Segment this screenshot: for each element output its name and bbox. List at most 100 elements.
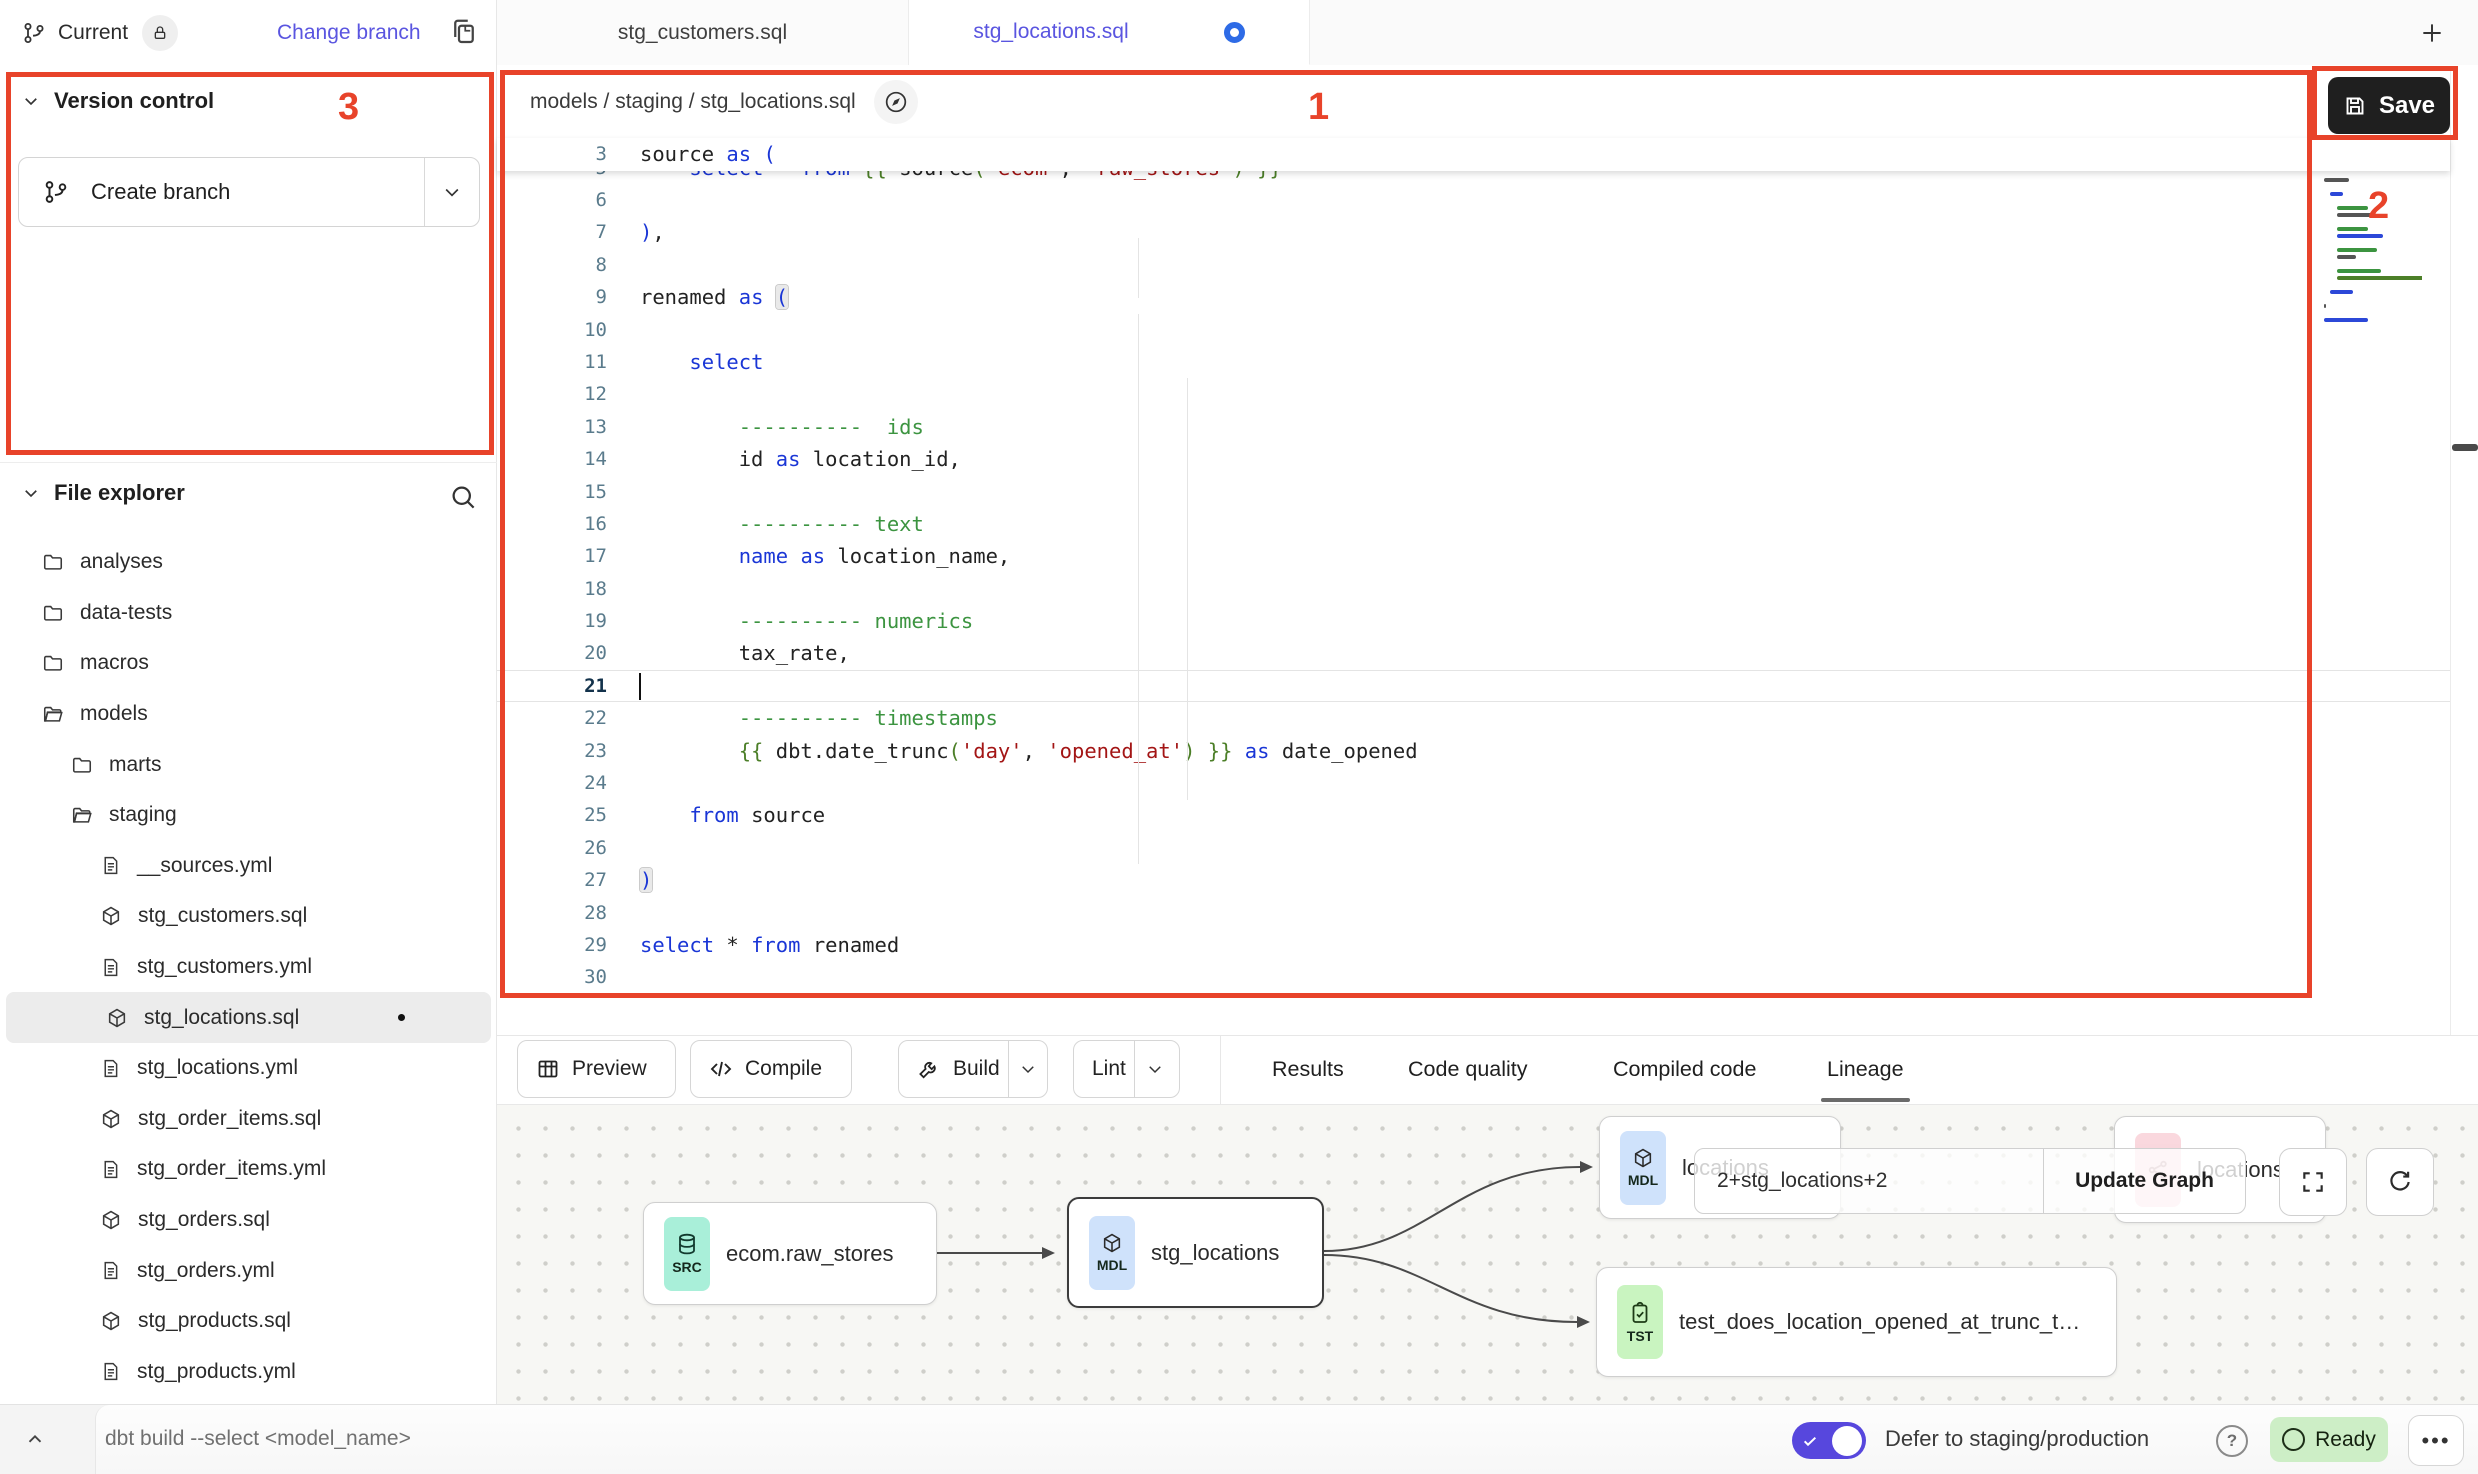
badge-label: TST bbox=[1627, 1328, 1653, 1344]
code-line-28[interactable]: 28 bbox=[497, 897, 2450, 929]
cube-icon bbox=[100, 1209, 122, 1231]
code-line-19[interactable]: 19---------- numerics bbox=[497, 605, 2450, 637]
file-row-analyses[interactable]: analyses bbox=[0, 537, 497, 588]
line-number: 15 bbox=[497, 476, 607, 508]
code-line-24[interactable]: 24 bbox=[497, 767, 2450, 799]
file-row-data-tests[interactable]: data-tests bbox=[0, 588, 497, 639]
code-line-26[interactable]: 26 bbox=[497, 832, 2450, 864]
create-branch-menu-button[interactable] bbox=[425, 182, 479, 202]
preview-button[interactable]: Preview bbox=[517, 1040, 676, 1098]
git-branch-icon bbox=[22, 21, 46, 45]
cube-icon bbox=[100, 1108, 122, 1130]
code-line-29[interactable]: 29select * from renamed bbox=[497, 929, 2450, 961]
code-line-12[interactable]: 12 bbox=[497, 378, 2450, 410]
tab-stg-customers[interactable]: stg_customers.sql bbox=[497, 0, 909, 65]
code-line-6[interactable]: 6 bbox=[497, 184, 2450, 216]
build-button[interactable]: Build bbox=[898, 1040, 1048, 1098]
more-options-button[interactable]: ••• bbox=[2408, 1415, 2464, 1466]
line-number: 24 bbox=[497, 767, 607, 799]
compile-button[interactable]: Compile bbox=[690, 1040, 852, 1098]
file-row-stg-locations-yml[interactable]: stg_locations.yml bbox=[0, 1043, 497, 1094]
code-line-8[interactable]: 8 bbox=[497, 249, 2450, 281]
tab-results[interactable]: Results bbox=[1272, 1035, 1344, 1103]
file-explorer-header[interactable]: File explorer bbox=[22, 480, 185, 506]
lineage-refresh-button[interactable] bbox=[2366, 1148, 2434, 1216]
file-row-stg-orders-yml[interactable]: stg_orders.yml bbox=[0, 1245, 497, 1296]
line-number: 18 bbox=[497, 573, 607, 605]
code-line-11[interactable]: 11select bbox=[497, 346, 2450, 378]
chevron-down-icon bbox=[22, 484, 40, 502]
clipcheck-icon bbox=[1628, 1301, 1652, 1325]
code-line-20[interactable]: 20tax_rate, bbox=[497, 637, 2450, 669]
version-control-header[interactable]: Version control bbox=[22, 88, 214, 114]
tab-code-quality[interactable]: Code quality bbox=[1408, 1035, 1528, 1103]
change-branch-link[interactable]: Change branch bbox=[277, 0, 421, 65]
file-row-stg-order-items-sql[interactable]: stg_order_items.sql bbox=[0, 1094, 497, 1145]
clipped-code-line-5[interactable]: 5select * from {{ source('ecom', 'raw_st… bbox=[497, 170, 2450, 184]
text-cursor bbox=[639, 673, 641, 700]
code-line-13[interactable]: 13---------- ids bbox=[497, 411, 2450, 443]
doc-icon bbox=[100, 1260, 121, 1281]
code-line-21[interactable]: 21 bbox=[497, 670, 2450, 702]
tab-compiled-code[interactable]: Compiled code bbox=[1613, 1035, 1756, 1103]
file-row-stg-order-items-yml[interactable]: stg_order_items.yml bbox=[0, 1144, 497, 1195]
copilot-compass-button[interactable] bbox=[874, 80, 918, 124]
code-line-18[interactable]: 18 bbox=[497, 573, 2450, 605]
file-row-staging[interactable]: staging bbox=[0, 790, 497, 841]
code-line-16[interactable]: 16---------- text bbox=[497, 508, 2450, 540]
lineage-node-stg[interactable]: MDLstg_locations bbox=[1067, 1197, 1324, 1308]
code-line-27[interactable]: 27) bbox=[497, 864, 2450, 896]
file-label: stg_locations.yml bbox=[137, 1056, 298, 1080]
file-row-stg-orders-sql[interactable]: stg_orders.sql bbox=[0, 1195, 497, 1246]
code-line-25[interactable]: 25from source bbox=[497, 799, 2450, 831]
code-line-17[interactable]: 17name as location_name, bbox=[497, 540, 2450, 572]
lineage-node-src[interactable]: SRCecom.raw_stores bbox=[643, 1202, 937, 1305]
code-icon bbox=[709, 1057, 733, 1081]
file-row-stg-products-yml[interactable]: stg_products.yml bbox=[0, 1347, 497, 1398]
code-line-22[interactable]: 22---------- timestamps bbox=[497, 702, 2450, 734]
update-graph-button[interactable]: Update Graph bbox=[2044, 1149, 2245, 1213]
tab-stg-locations[interactable]: stg_locations.sql bbox=[909, 0, 1310, 65]
lint-button[interactable]: Lint bbox=[1073, 1040, 1180, 1098]
lineage-node-tst[interactable]: TSTtest_does_location_opened_at_trunc_t… bbox=[1596, 1267, 2117, 1377]
build-menu-button[interactable] bbox=[1009, 1041, 1047, 1097]
code-line-15[interactable]: 15 bbox=[497, 476, 2450, 508]
collapse-panel-button[interactable] bbox=[20, 1425, 50, 1455]
file-row-stg-locations-sql[interactable]: stg_locations.sql bbox=[6, 992, 491, 1043]
code-line-9[interactable]: 9renamed as ( bbox=[497, 281, 2450, 313]
code-line-23[interactable]: 23{{ dbt.date_trunc('day', 'opened_at') … bbox=[497, 735, 2450, 767]
code-line-7[interactable]: 7), bbox=[497, 216, 2450, 248]
file-row-marts[interactable]: marts bbox=[0, 739, 497, 790]
lineage-selector-input[interactable]: 2+stg_locations+2 bbox=[1695, 1149, 2043, 1213]
file-label: stg_order_items.yml bbox=[137, 1157, 326, 1181]
help-icon[interactable]: ? bbox=[2216, 1425, 2248, 1457]
code-line-14[interactable]: 14id as location_id, bbox=[497, 443, 2450, 475]
file-row-macros[interactable]: macros bbox=[0, 638, 497, 689]
new-tab-button[interactable] bbox=[2415, 16, 2449, 50]
save-button[interactable]: Save bbox=[2328, 77, 2450, 134]
file-row-stg-products-sql[interactable]: stg_products.sql bbox=[0, 1296, 497, 1347]
code-line-30[interactable]: 30 bbox=[497, 961, 2450, 993]
code-line-10[interactable]: 10 bbox=[497, 314, 2450, 346]
lint-menu-button[interactable] bbox=[1135, 1041, 1175, 1097]
save-floppy-icon bbox=[2343, 94, 2367, 118]
file-row-models[interactable]: models bbox=[0, 689, 497, 740]
copy-icon[interactable] bbox=[449, 17, 479, 47]
command-input[interactable]: dbt build --select <model_name> bbox=[105, 1404, 411, 1474]
file-row-stg-customers-sql[interactable]: stg_customers.sql bbox=[0, 891, 497, 942]
editor-minimap[interactable] bbox=[2324, 150, 2422, 335]
search-icon[interactable] bbox=[448, 482, 478, 512]
file-row--sources-yml[interactable]: __sources.yml bbox=[0, 841, 497, 892]
lineage-fullscreen-button[interactable] bbox=[2279, 1148, 2347, 1216]
defer-toggle[interactable] bbox=[1792, 1422, 1866, 1459]
file-row-stg-customers-yml[interactable]: stg_customers.yml bbox=[0, 942, 497, 993]
code-line-5[interactable]: 5select * from {{ source('ecom', 'raw_st… bbox=[497, 170, 2450, 184]
code-text: id as location_id, bbox=[640, 443, 961, 475]
code-area[interactable]: 5select * from {{ source('ecom', 'raw_st… bbox=[497, 170, 2450, 1035]
tab-lineage[interactable]: Lineage bbox=[1827, 1035, 1904, 1103]
line-number: 26 bbox=[497, 832, 607, 864]
create-branch-button[interactable]: Create branch bbox=[18, 157, 480, 227]
panel-resize-handle[interactable] bbox=[2452, 444, 2478, 451]
status-badge[interactable]: Ready bbox=[2270, 1417, 2388, 1462]
lineage-panel[interactable]: SRCecom.raw_storesMDLstg_locationsMDLloc… bbox=[497, 1104, 2478, 1404]
